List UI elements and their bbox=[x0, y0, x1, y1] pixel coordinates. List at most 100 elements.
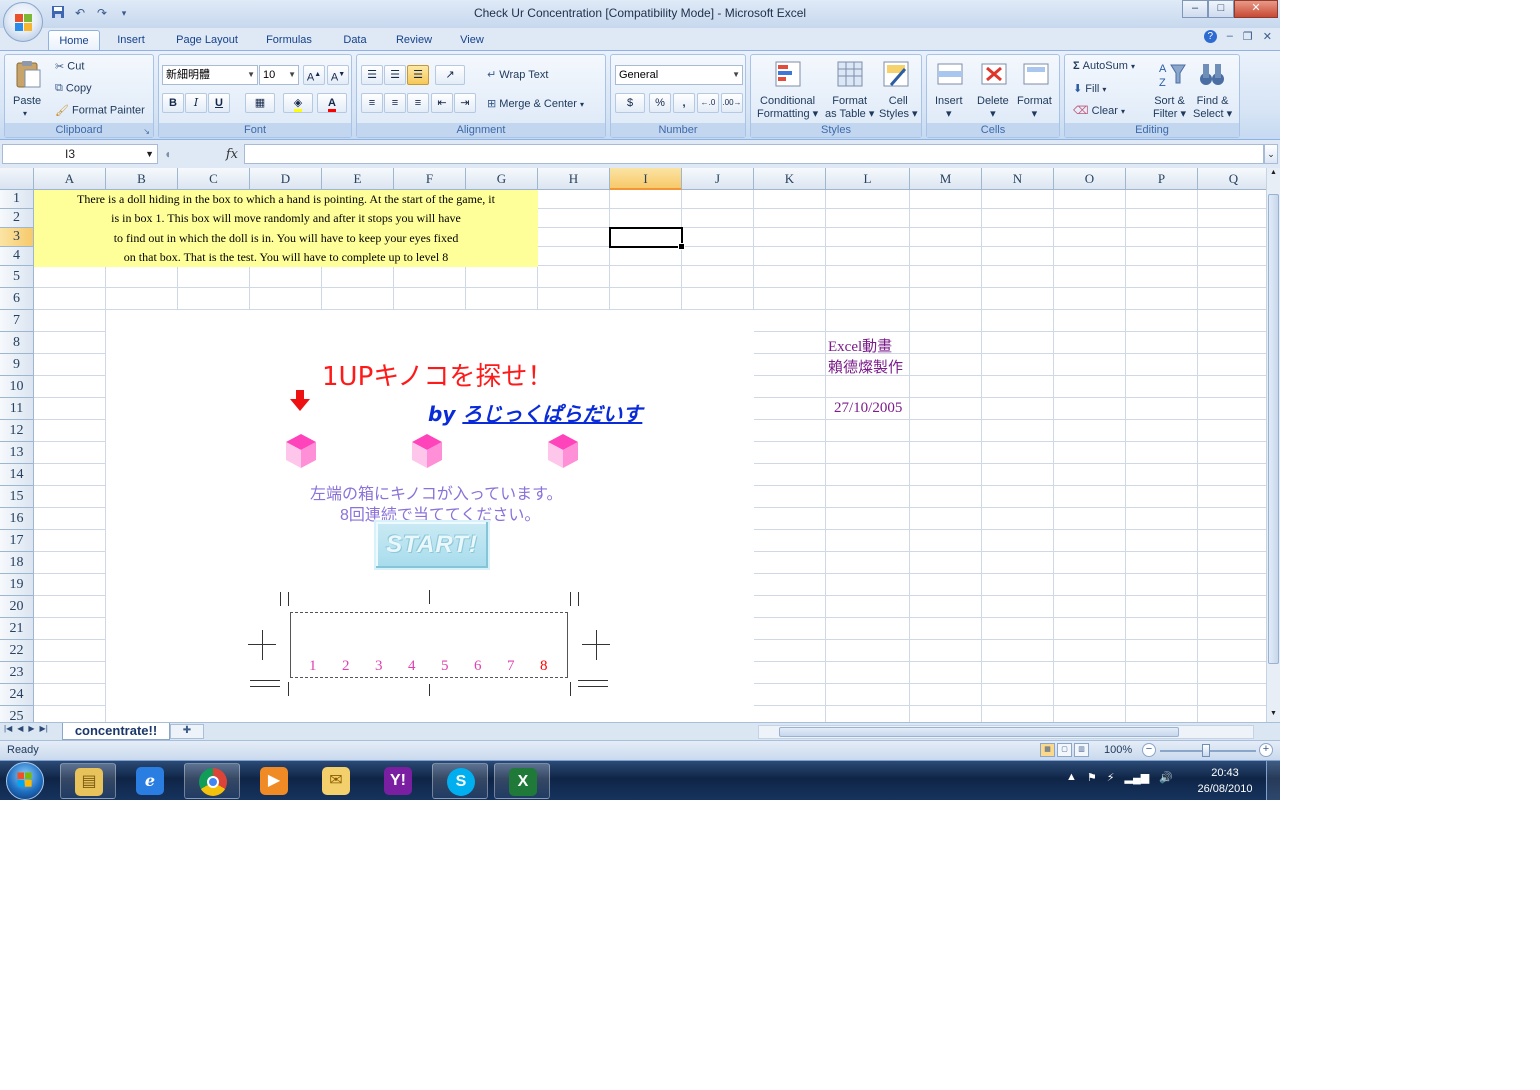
tab-home[interactable]: Home bbox=[48, 30, 100, 50]
row-header[interactable]: 13 bbox=[0, 442, 34, 464]
orientation-button[interactable]: ↗ bbox=[435, 65, 465, 85]
taskbar-excel[interactable]: X bbox=[494, 763, 550, 799]
cut-button[interactable]: ✂ Cut bbox=[55, 60, 84, 73]
expand-formula-bar-icon[interactable]: ⌄ bbox=[1264, 144, 1278, 164]
vertical-scrollbar[interactable]: ▲ ▼ bbox=[1266, 168, 1280, 722]
delete-button[interactable]: Delete ▾ bbox=[977, 95, 1009, 121]
zoom-level[interactable]: 100% bbox=[1104, 744, 1132, 756]
taskbar-clock[interactable]: 20:43 26/08/2010 bbox=[1192, 765, 1258, 797]
page-break-view-icon[interactable]: ▥ bbox=[1074, 743, 1089, 757]
start-button[interactable] bbox=[6, 762, 44, 800]
increase-indent-button[interactable]: ⇥ bbox=[454, 93, 476, 113]
formula-bar-handle-icon[interactable]: ◖ bbox=[164, 147, 171, 161]
mystery-box-3[interactable] bbox=[548, 434, 578, 468]
font-color-button[interactable]: A bbox=[317, 93, 347, 113]
help-icon[interactable]: ? bbox=[1203, 30, 1217, 43]
conditional-formatting-button[interactable]: Conditional Formatting ▾ bbox=[757, 95, 818, 121]
font-name-select[interactable]: 新細明體 ▼ bbox=[162, 65, 258, 85]
column-header[interactable]: J bbox=[682, 168, 754, 190]
row-header[interactable]: 4 bbox=[0, 247, 34, 266]
last-sheet-icon[interactable]: ▶| bbox=[40, 724, 48, 733]
network-signal-icon[interactable]: ▂▄▆ bbox=[1125, 771, 1150, 784]
tab-view[interactable]: View bbox=[452, 30, 492, 50]
row-header[interactable]: 3 bbox=[0, 228, 34, 247]
action-center-flag-icon[interactable]: ⚑ bbox=[1087, 771, 1097, 784]
row-header[interactable]: 20 bbox=[0, 596, 34, 618]
paste-dropdown-icon[interactable]: ▾ bbox=[23, 109, 27, 118]
clipboard-launcher-icon[interactable]: ↘ bbox=[143, 127, 150, 136]
row-header[interactable]: 18 bbox=[0, 552, 34, 574]
font-size-select[interactable]: 10 ▼ bbox=[259, 65, 299, 85]
worksheet[interactable]: ABCDEFGHIJKLMNOPQ 1 2 3 4 5 6 7 8 9 10 11 12 13 14 15 1… bbox=[0, 168, 1266, 722]
column-header[interactable]: I bbox=[610, 168, 682, 190]
mystery-box-2[interactable] bbox=[412, 434, 442, 468]
volume-icon[interactable]: 🔊 bbox=[1159, 771, 1173, 784]
bold-button[interactable]: B bbox=[162, 93, 184, 113]
wrap-text-button[interactable]: ↵ Wrap Text bbox=[487, 68, 548, 81]
accounting-format-button[interactable]: $ bbox=[615, 93, 645, 113]
row-header[interactable]: 17 bbox=[0, 530, 34, 552]
next-sheet-icon[interactable]: ▶ bbox=[28, 724, 34, 733]
name-box[interactable]: I3 ▼ bbox=[2, 144, 158, 164]
align-bottom-button[interactable]: ☰ bbox=[407, 65, 429, 85]
taskbar-chrome[interactable] bbox=[184, 763, 240, 799]
clear-button[interactable]: ⌫ Clear ▾ bbox=[1073, 104, 1125, 117]
row-header[interactable]: 12 bbox=[0, 420, 34, 442]
column-header[interactable]: F bbox=[394, 168, 466, 190]
italic-button[interactable]: I bbox=[185, 93, 207, 113]
column-header[interactable]: H bbox=[538, 168, 610, 190]
column-header[interactable]: P bbox=[1126, 168, 1198, 190]
taskbar-ie[interactable]: e bbox=[122, 763, 178, 799]
horizontal-scroll-thumb[interactable] bbox=[779, 727, 1179, 737]
show-hidden-icons-icon[interactable]: ▲ bbox=[1066, 771, 1077, 784]
underline-button[interactable]: U bbox=[208, 93, 230, 113]
taskbar-yahoo[interactable]: Y! bbox=[370, 763, 426, 799]
column-header[interactable]: O bbox=[1054, 168, 1126, 190]
zoom-out-icon[interactable]: − bbox=[1142, 743, 1156, 757]
row-header[interactable]: 25 bbox=[0, 706, 34, 722]
percent-button[interactable]: % bbox=[649, 93, 671, 113]
scroll-up-icon[interactable]: ▲ bbox=[1268, 169, 1279, 179]
row-header[interactable]: 1 bbox=[0, 190, 34, 209]
row-header[interactable]: 16 bbox=[0, 508, 34, 530]
active-cell[interactable] bbox=[609, 227, 685, 250]
column-header[interactable]: C bbox=[178, 168, 250, 190]
merge-center-button[interactable]: ⊞ Merge & Center ▾ bbox=[487, 97, 584, 110]
insert-function-button[interactable]: fx bbox=[226, 147, 238, 162]
maximize-button[interactable]: □ bbox=[1208, 0, 1234, 18]
page-layout-view-icon[interactable]: ▢ bbox=[1057, 743, 1072, 757]
taskbar-explorer[interactable]: ▤ bbox=[60, 763, 116, 799]
row-header[interactable]: 6 bbox=[0, 288, 34, 310]
decrease-indent-button[interactable]: ⇤ bbox=[431, 93, 453, 113]
align-center-button[interactable]: ≡ bbox=[384, 93, 406, 113]
row-header[interactable]: 21 bbox=[0, 618, 34, 640]
row-header[interactable]: 2 bbox=[0, 209, 34, 228]
increase-decimal-button[interactable]: ←.0 bbox=[697, 93, 719, 113]
align-top-button[interactable]: ☰ bbox=[361, 65, 383, 85]
find-select-button[interactable]: Find & Select ▾ bbox=[1193, 95, 1232, 121]
taskbar-messenger[interactable]: ✉ bbox=[308, 763, 364, 799]
column-header[interactable]: M bbox=[910, 168, 982, 190]
first-sheet-icon[interactable]: |◀ bbox=[4, 724, 12, 733]
tab-insert[interactable]: Insert bbox=[108, 30, 154, 50]
show-desktop-button[interactable] bbox=[1266, 761, 1280, 800]
column-header[interactable]: G bbox=[466, 168, 538, 190]
cell-area[interactable]: There is a doll hiding in the box to whi… bbox=[34, 190, 1266, 722]
grow-font-button[interactable]: A▲ bbox=[303, 65, 325, 85]
format-button[interactable]: Format ▾ bbox=[1017, 95, 1052, 121]
minimize-button[interactable]: – bbox=[1182, 0, 1208, 18]
ribbon-minimize-icon[interactable]: – bbox=[1227, 30, 1233, 43]
vertical-scroll-thumb[interactable] bbox=[1268, 194, 1279, 664]
align-right-button[interactable]: ≡ bbox=[407, 93, 429, 113]
taskbar-skype[interactable]: S bbox=[432, 763, 488, 799]
align-middle-button[interactable]: ☰ bbox=[384, 65, 406, 85]
column-header[interactable]: D bbox=[250, 168, 322, 190]
ribbon-restore-icon[interactable]: ❐ bbox=[1243, 30, 1253, 43]
column-header[interactable]: K bbox=[754, 168, 826, 190]
column-header[interactable]: L bbox=[826, 168, 910, 190]
align-left-button[interactable]: ≡ bbox=[361, 93, 383, 113]
decrease-decimal-button[interactable]: .00→ bbox=[721, 93, 743, 113]
tab-formulas[interactable]: Formulas bbox=[258, 30, 320, 50]
start-button[interactable]: START! bbox=[374, 520, 490, 570]
fill-button[interactable]: ⬇ Fill ▾ bbox=[1073, 82, 1106, 95]
